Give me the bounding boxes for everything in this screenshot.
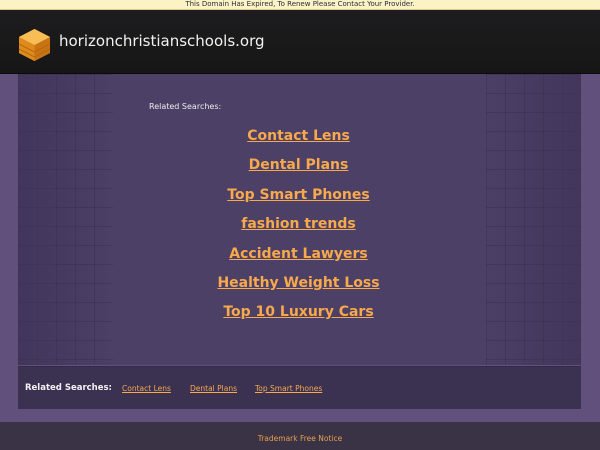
related-link-accident-lawyers[interactable]: Accident Lawyers xyxy=(0,240,600,269)
expired-domain-notice: This Domain Has Expired, To Renew Please… xyxy=(0,0,600,10)
site-name: horizonchristianschools.org xyxy=(59,32,265,50)
footer-related-searches-bar: Related Searches: Contact Lens Dental Pl… xyxy=(18,366,581,409)
footer-related-label: Related Searches: xyxy=(25,383,112,393)
related-link-top-10-luxury-cars[interactable]: Top 10 Luxury Cars xyxy=(0,298,600,327)
expired-domain-notice-text: This Domain Has Expired, To Renew Please… xyxy=(185,0,415,8)
related-link-top-smart-phones[interactable]: Top Smart Phones xyxy=(0,181,600,210)
footer-link-dental-plans[interactable]: Dental Plans xyxy=(190,384,237,394)
footer-link-contact-lens[interactable]: Contact Lens xyxy=(122,384,171,394)
related-link-healthy-weight-loss[interactable]: Healthy Weight Loss xyxy=(0,269,600,298)
related-link-dental-plans[interactable]: Dental Plans xyxy=(0,151,600,180)
bottom-bar: Trademark Free Notice xyxy=(0,422,600,450)
related-link-contact-lens[interactable]: Contact Lens xyxy=(0,122,600,151)
related-link-fashion-trends[interactable]: fashion trends xyxy=(0,210,600,239)
footer-link-top-smart-phones[interactable]: Top Smart Phones xyxy=(255,384,322,394)
trademark-free-notice-link[interactable]: Trademark Free Notice xyxy=(0,434,600,444)
related-searches-list: Contact Lens Dental Plans Top Smart Phon… xyxy=(0,122,600,328)
related-searches-label: Related Searches: xyxy=(149,102,222,111)
orange-stack-cube-icon xyxy=(18,29,51,61)
site-header: horizonchristianschools.org xyxy=(0,10,600,74)
